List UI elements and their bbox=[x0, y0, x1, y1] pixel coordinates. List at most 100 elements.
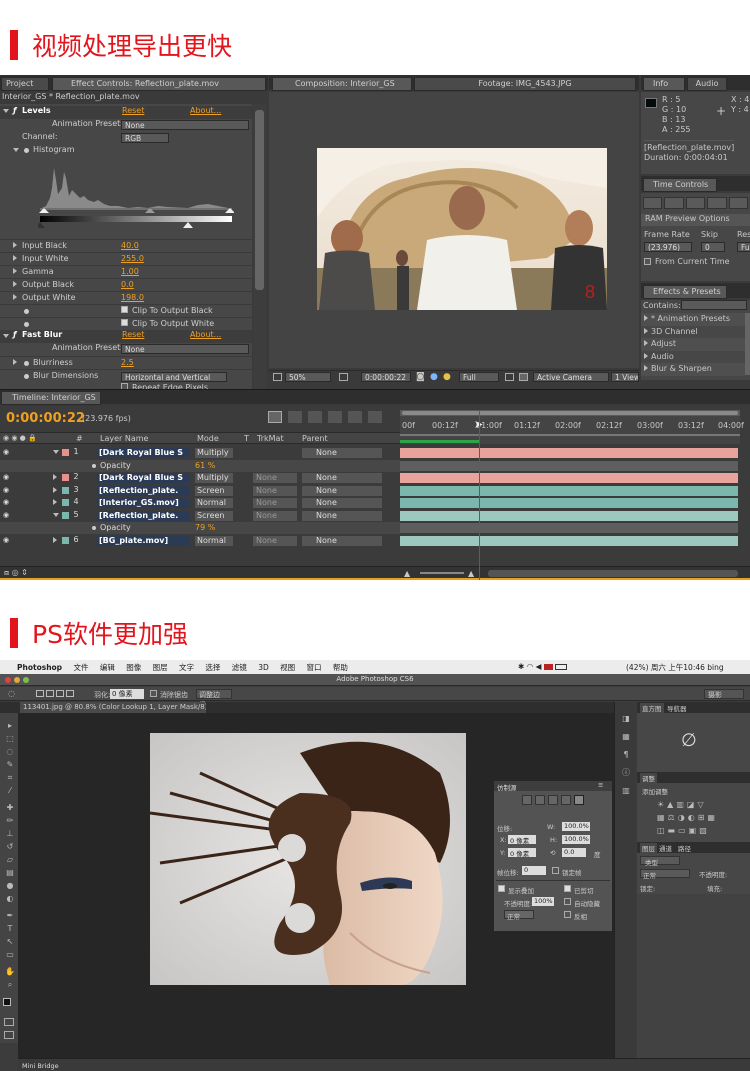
value[interactable]: 198.0 bbox=[121, 293, 144, 302]
tab-histogram[interactable]: 直方图 bbox=[640, 703, 664, 713]
channel-dropdown[interactable]: RGB bbox=[121, 133, 169, 143]
eraser-tool-icon[interactable]: ▱ bbox=[4, 855, 16, 864]
layer-name[interactable]: [Dark Royal Blue S bbox=[97, 473, 189, 483]
offset-x-input[interactable]: 0 像素 bbox=[508, 835, 536, 845]
trkmat-dropdown[interactable]: None bbox=[253, 498, 297, 508]
antialias-checkbox[interactable] bbox=[150, 689, 159, 697]
eyedropper-tool-icon[interactable]: ⁄ bbox=[4, 786, 16, 795]
scrollbar[interactable] bbox=[253, 104, 266, 389]
parent-dropdown[interactable]: None bbox=[302, 448, 382, 458]
menu-item[interactable]: 滤镜 bbox=[232, 663, 247, 672]
parent-dropdown[interactable]: None bbox=[302, 485, 382, 496]
layer-row[interactable]: ◉ 3 [Reflection_plate. Screen None None bbox=[0, 485, 400, 497]
battery-icon[interactable] bbox=[555, 664, 568, 670]
tab-time-controls[interactable]: Time Controls bbox=[643, 178, 717, 192]
clone-source-1[interactable] bbox=[522, 795, 532, 805]
zoom-tool-icon[interactable]: ⌕ bbox=[4, 980, 16, 989]
healing-tool-icon[interactable]: ✚ bbox=[4, 803, 16, 812]
opacity-value[interactable]: 61 % bbox=[195, 461, 215, 470]
menu-item[interactable]: Photoshop bbox=[17, 663, 62, 672]
layer-name[interactable]: [Reflection_plate. bbox=[97, 510, 189, 521]
trkmat-dropdown[interactable]: None bbox=[253, 473, 297, 483]
parent-dropdown[interactable]: None bbox=[302, 498, 382, 508]
menu-item[interactable]: 图层 bbox=[153, 663, 168, 672]
from-current-checkbox[interactable] bbox=[644, 257, 653, 266]
menu-item[interactable]: 帮助 bbox=[333, 663, 348, 672]
menu-item[interactable]: 文字 bbox=[179, 663, 194, 672]
shape-tool-icon[interactable]: ▭ bbox=[4, 950, 16, 959]
brush-panel-icon[interactable]: ▥ bbox=[620, 786, 632, 795]
timeline-timecode[interactable]: 0:00:00:22 bbox=[6, 411, 85, 426]
wifi-icon[interactable]: ◠ bbox=[527, 662, 534, 671]
selection-mode-icons[interactable] bbox=[36, 690, 76, 698]
graph-editor-icon[interactable] bbox=[368, 411, 382, 423]
menu-item[interactable]: 3D bbox=[258, 663, 269, 672]
ram-preview-options[interactable]: RAM Preview Options bbox=[641, 214, 750, 226]
zoom-slider[interactable] bbox=[420, 572, 464, 574]
zoom-in-icon[interactable]: ▲ bbox=[468, 569, 474, 578]
frame-rate-dropdown[interactable]: (23.976) bbox=[644, 242, 692, 252]
clip-black-checkbox[interactable] bbox=[121, 305, 130, 314]
screen-mode-icon[interactable] bbox=[4, 1031, 14, 1039]
feather-input[interactable]: 0 像素 bbox=[110, 689, 144, 699]
tab-info[interactable]: Info bbox=[643, 77, 685, 91]
draft-3d-icon[interactable] bbox=[288, 411, 302, 423]
tab-paths[interactable]: 路径 bbox=[678, 843, 691, 853]
trkmat-dropdown[interactable]: None bbox=[253, 510, 297, 521]
layer-duration-bar[interactable] bbox=[400, 473, 738, 483]
history-brush-tool-icon[interactable]: ↺ bbox=[4, 842, 16, 851]
bluetooth-icon[interactable]: ✱ bbox=[518, 662, 524, 671]
value[interactable]: 0.0 bbox=[121, 280, 134, 289]
layer-duration-bar[interactable] bbox=[400, 448, 738, 458]
next-frame-button[interactable] bbox=[707, 197, 727, 209]
shy-icon[interactable] bbox=[308, 411, 322, 423]
adjustment-icons[interactable]: ☀▲▥◪▽ ▦⚖◑◐⊞▦ ◫▬▭▣▧ bbox=[657, 798, 743, 837]
angle-input[interactable]: 0.0 bbox=[562, 848, 586, 857]
last-frame-button[interactable] bbox=[728, 197, 749, 209]
clipped-checkbox[interactable] bbox=[564, 884, 573, 892]
blend-mode-dropdown[interactable]: Screen bbox=[195, 485, 233, 496]
panel-menu-icon[interactable]: ≡ bbox=[598, 781, 603, 789]
flag-icon[interactable] bbox=[543, 664, 553, 670]
frame-blending-icon[interactable] bbox=[328, 411, 342, 423]
layer-row[interactable]: ◉ 2 [Dark Royal Blue S Multiply None Non… bbox=[0, 472, 400, 484]
clip-white-checkbox[interactable] bbox=[121, 318, 130, 327]
volume-icon[interactable]: ◀ bbox=[536, 662, 542, 671]
tab-channels[interactable]: 通道 bbox=[659, 843, 672, 853]
tab-project[interactable]: Project bbox=[1, 77, 49, 91]
trkmat-dropdown[interactable]: None bbox=[253, 485, 297, 496]
tab-timeline[interactable]: Timeline: Interior_GS bbox=[1, 391, 101, 405]
clone-source-3[interactable] bbox=[548, 795, 558, 805]
pen-tool-icon[interactable]: ✒ bbox=[4, 911, 16, 920]
path-select-tool-icon[interactable]: ↖ bbox=[4, 937, 16, 946]
overlay-mode-dropdown[interactable]: 正常 bbox=[504, 910, 534, 921]
zoom-out-icon[interactable]: ▲ bbox=[404, 569, 410, 578]
hand-tool-icon[interactable]: ✋ bbox=[4, 967, 16, 976]
work-area-bar[interactable] bbox=[402, 411, 738, 415]
scrollbar[interactable] bbox=[745, 313, 750, 375]
layer-row[interactable]: ◉ 6 [BG_plate.mov] Normal None None bbox=[0, 535, 400, 547]
layer-name[interactable]: [BG_plate.mov] bbox=[97, 535, 189, 546]
tab-audio[interactable]: Audio bbox=[687, 77, 727, 91]
effects-item[interactable]: * Animation Presets bbox=[641, 313, 745, 326]
value[interactable]: 255.0 bbox=[121, 254, 144, 263]
tab-navigator[interactable]: 导航器 bbox=[667, 703, 687, 713]
current-time-indicator[interactable] bbox=[479, 410, 480, 580]
layer-name[interactable]: [Dark Royal Blue S bbox=[97, 448, 189, 458]
menu-item[interactable]: 视图 bbox=[280, 663, 295, 672]
zoom-dropdown[interactable]: 50% bbox=[285, 372, 331, 382]
parent-dropdown[interactable]: None bbox=[302, 473, 382, 483]
effects-item[interactable]: 3D Channel bbox=[641, 326, 745, 339]
tab-composition[interactable]: Composition: Interior_GS bbox=[272, 77, 412, 91]
view-dropdown[interactable]: 1 View bbox=[611, 372, 639, 382]
reset-link[interactable]: Reset bbox=[122, 106, 144, 115]
width-scale-input[interactable]: 100.0% bbox=[562, 822, 590, 831]
histogram-graph[interactable] bbox=[38, 158, 234, 234]
resolution-dropdown[interactable]: Full bbox=[459, 372, 499, 382]
blend-mode-dropdown[interactable]: Normal bbox=[195, 498, 233, 508]
play-button[interactable] bbox=[685, 197, 706, 209]
refine-edge-button[interactable]: 调整边缘... bbox=[196, 689, 232, 709]
blend-mode-dropdown[interactable]: Multiply bbox=[195, 473, 233, 483]
layer-row[interactable]: ◉ 1 [Dark Royal Blue S Multiply None bbox=[0, 447, 400, 459]
blend-mode-dropdown[interactable]: 正常 bbox=[640, 869, 690, 880]
